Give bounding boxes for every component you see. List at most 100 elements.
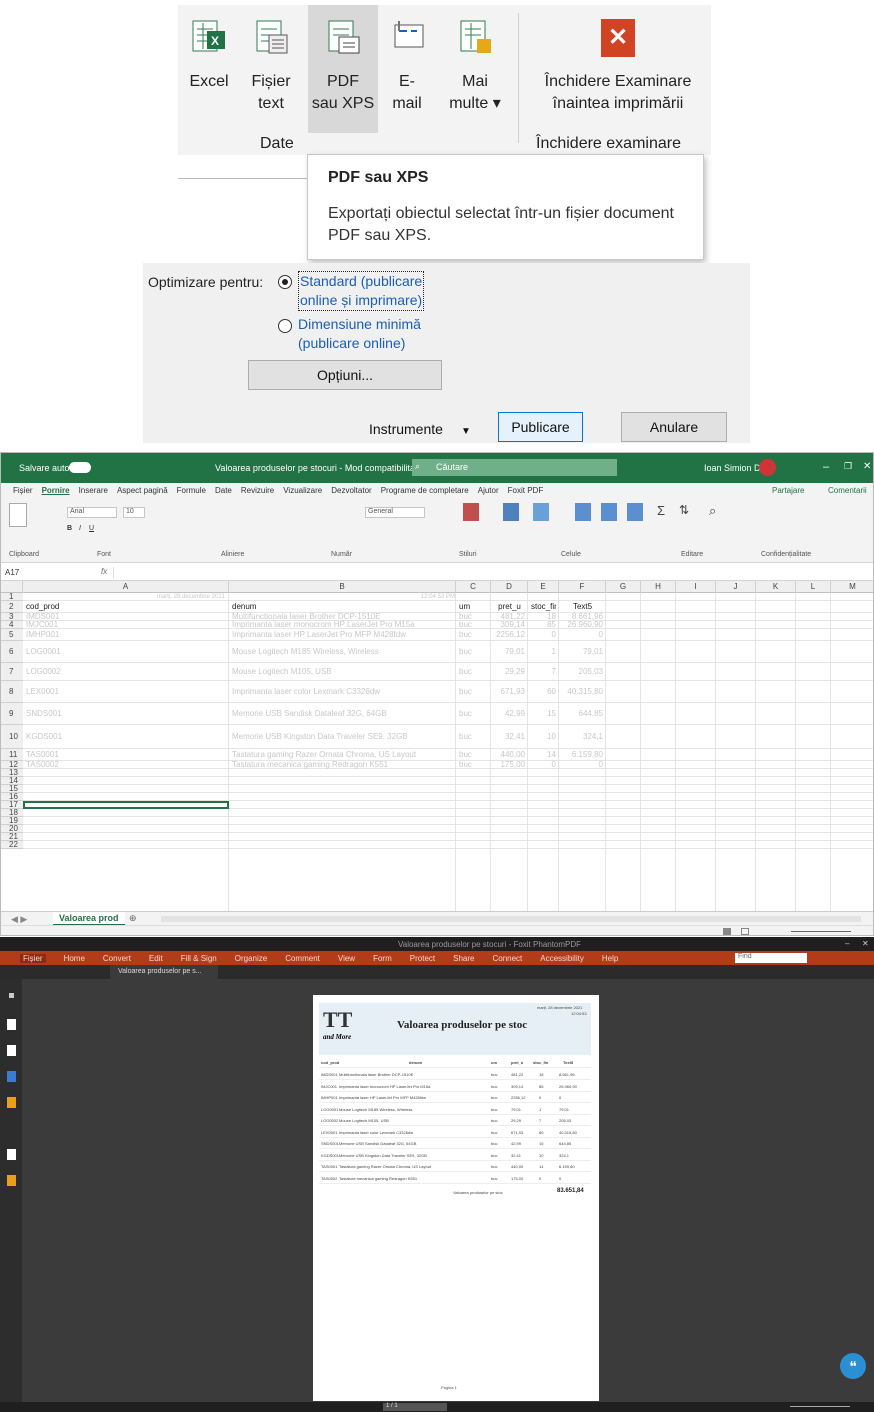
zoom-slider[interactable]	[791, 931, 851, 932]
foxit-close-icon[interactable]: ✕	[862, 939, 869, 948]
minimize-icon[interactable]: –	[823, 461, 829, 473]
header-cell-e[interactable]: stoc_fin	[531, 601, 556, 613]
data-cell-e[interactable]: 10	[531, 725, 556, 749]
column-header[interactable]: L	[796, 581, 831, 593]
data-cell-c[interactable]: buc	[459, 621, 488, 629]
cell-b1[interactable]: 12:04:53 PM	[231, 593, 455, 601]
export-pdf-xps-button[interactable]: PDF sau XPS	[308, 5, 378, 133]
data-cell-e[interactable]: 60	[531, 681, 556, 703]
spreadsheet-grid[interactable]: A B C D E F G H I J K L M 1 2 3 4 5 6 7 8 9 10 11 12 13 14 15 16 17 18…	[1, 581, 873, 911]
foxit-menu-item[interactable]: Form	[373, 954, 392, 963]
data-cell-e[interactable]: 0	[531, 629, 556, 641]
data-cell-f[interactable]: 644,85	[562, 703, 603, 725]
data-cell-a[interactable]: IMDS001	[26, 613, 226, 621]
normal-view-icon[interactable]	[723, 928, 731, 935]
menu-item[interactable]: Ajutor	[478, 486, 499, 495]
options-button[interactable]: Opțiuni...	[248, 360, 442, 390]
font-size-select[interactable]: 10	[123, 507, 145, 518]
autosum-icon[interactable]: Σ	[657, 503, 665, 518]
menu-item[interactable]: Inserare	[79, 486, 108, 495]
formula-input[interactable]	[113, 567, 863, 578]
data-cell-f[interactable]: 8.661,96	[562, 613, 603, 621]
layers-icon[interactable]	[7, 1071, 16, 1082]
column-header[interactable]: F	[559, 581, 606, 593]
menu-item[interactable]: Fișier	[13, 486, 33, 495]
data-cell-f[interactable]: 79,01	[562, 641, 603, 663]
foxit-menu-item[interactable]: Connect	[492, 954, 522, 963]
data-cell-e[interactable]: 0	[531, 761, 556, 769]
data-cell-b[interactable]: Memorie USB Sandisk Dataleaf 32G, 64GB	[232, 703, 453, 725]
column-header[interactable]: M	[831, 581, 873, 593]
avatar[interactable]	[759, 459, 776, 476]
data-cell-f[interactable]: 0	[562, 629, 603, 641]
data-cell-d[interactable]: 671,93	[494, 681, 525, 703]
selected-cell[interactable]	[23, 801, 229, 809]
header-cell-f[interactable]: Text5	[562, 601, 603, 613]
export-more-button[interactable]: Mai multe ▾	[440, 5, 510, 133]
data-cell-b[interactable]: Tastatura gaming Razer Ornata Chroma, US…	[232, 749, 453, 761]
data-cell-a[interactable]: KGDS001	[26, 725, 226, 749]
font-name-select[interactable]: Arial	[67, 507, 117, 518]
row-header[interactable]: 10	[1, 725, 23, 749]
data-cell-d[interactable]: 309,14	[494, 621, 525, 629]
data-cell-f[interactable]: 205,03	[562, 663, 603, 681]
menu-item[interactable]: Foxit PDF	[508, 486, 544, 495]
data-cell-a[interactable]: TAS0002	[26, 761, 226, 769]
menu-item[interactable]: Programe de completare	[381, 486, 469, 495]
conditional-format-icon[interactable]	[463, 503, 479, 521]
data-cell-b[interactable]: Memorie USB Kingston Data Traveler SE9, …	[232, 725, 453, 749]
column-header[interactable]: D	[491, 581, 528, 593]
cell-styles-icon[interactable]	[533, 503, 549, 521]
export-email-button[interactable]: E-mail	[378, 5, 436, 133]
panel-toggle-icon[interactable]	[9, 993, 14, 998]
data-cell-e[interactable]: 18	[531, 613, 556, 621]
foxit-menu-item[interactable]: View	[338, 954, 355, 963]
column-header[interactable]: I	[676, 581, 716, 593]
page-layout-icon[interactable]	[741, 928, 749, 935]
foxit-minimize-icon[interactable]: –	[845, 939, 849, 948]
foxit-zoom-slider[interactable]	[790, 1406, 850, 1407]
name-box[interactable]: A17	[5, 568, 61, 578]
foxit-menu-item[interactable]: Accessibility	[540, 954, 584, 963]
data-cell-b[interactable]: Mouse Logitech M105, USB	[232, 663, 453, 681]
data-cell-a[interactable]: IMHP001	[26, 629, 226, 641]
row-header[interactable]: 7	[1, 663, 23, 681]
data-cell-a[interactable]: LEX0001	[26, 681, 226, 703]
row-header[interactable]: 4	[1, 621, 23, 629]
share-button[interactable]: Partajare	[772, 486, 804, 495]
data-cell-b[interactable]: Multifunctionala laser Brother DCP-1510E	[232, 613, 453, 621]
column-header[interactable]: E	[528, 581, 559, 593]
sheet-tab-active[interactable]: Valoarea prod	[53, 912, 125, 926]
horizontal-scrollbar[interactable]	[161, 916, 861, 922]
data-cell-b[interactable]: Imprimanta laser HP LaserJet Pro MFP M42…	[232, 629, 453, 641]
delete-cells-icon[interactable]	[601, 503, 617, 521]
document-tab[interactable]: Valoarea produselor pe s...	[110, 965, 218, 979]
column-header[interactable]: J	[716, 581, 756, 593]
cell-a1[interactable]: marți, 28 decembrie 2021	[25, 593, 225, 601]
find-input[interactable]: Find	[735, 953, 807, 963]
tools-menu[interactable]: Instrumente ▼	[369, 421, 471, 437]
data-cell-f[interactable]: 324,1	[562, 725, 603, 749]
data-cell-a[interactable]: LOG0002	[26, 663, 226, 681]
column-header[interactable]: G	[606, 581, 641, 593]
data-cell-e[interactable]: 85	[531, 621, 556, 629]
data-cell-c[interactable]: buc	[459, 613, 488, 621]
data-cell-a[interactable]: IMJC001	[26, 621, 226, 629]
sort-filter-icon[interactable]: ⇅	[679, 503, 689, 517]
data-cell-a[interactable]: LOG0001	[26, 641, 226, 663]
security-icon[interactable]	[7, 1175, 16, 1186]
close-window-icon[interactable]: ✕	[863, 461, 871, 472]
data-cell-e[interactable]: 1	[531, 641, 556, 663]
data-cell-d[interactable]: 440,00	[494, 749, 525, 761]
data-cell-f[interactable]: 40.315,80	[562, 681, 603, 703]
close-preview-button[interactable]: ✕ Închidere Examinare înaintea imprimării	[528, 5, 708, 133]
data-cell-d[interactable]: 29,29	[494, 663, 525, 681]
data-cell-b[interactable]: Imprimanta laser color Lexmark C3326dw	[232, 681, 453, 703]
autosave-toggle[interactable]	[69, 462, 91, 473]
row-header[interactable]: 8	[1, 681, 23, 703]
menu-item[interactable]: Aspect pagină	[117, 486, 168, 495]
header-cell-d[interactable]: pret_u	[494, 601, 525, 613]
bookmark-icon[interactable]	[7, 1019, 16, 1030]
foxit-menu-item[interactable]: Organize	[235, 954, 267, 963]
underline-button[interactable]: U	[89, 525, 94, 532]
